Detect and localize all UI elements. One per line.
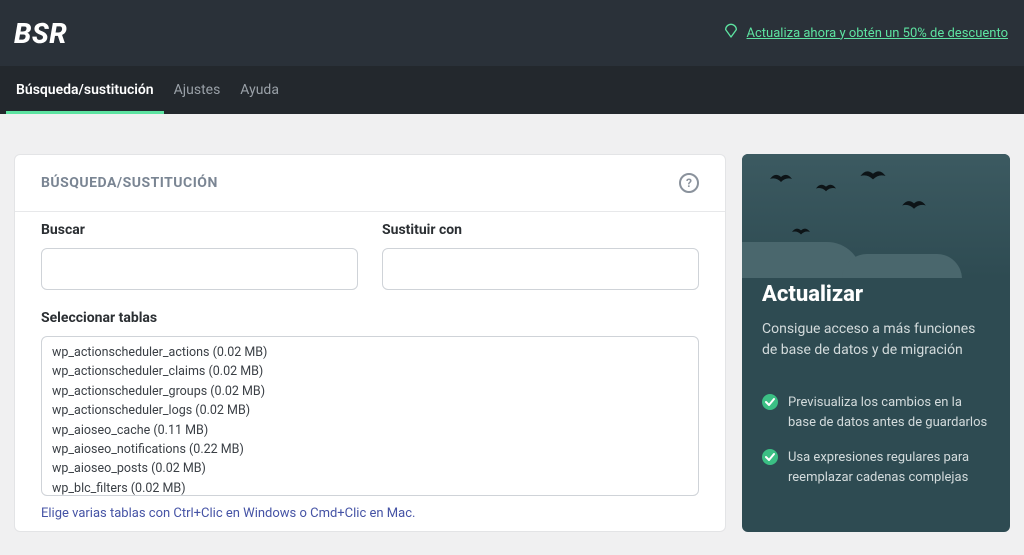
feature-text: Previsualiza los cambios en la base de d… bbox=[788, 393, 990, 432]
check-icon bbox=[762, 394, 778, 410]
topbar: BSR Actualiza ahora y obtén un 50% de de… bbox=[0, 0, 1024, 66]
check-icon bbox=[762, 449, 778, 465]
bird-icon bbox=[792, 226, 810, 238]
search-label: Buscar bbox=[41, 222, 358, 238]
table-option[interactable]: wp_aioseo_posts (0.02 MB) bbox=[50, 459, 690, 478]
feature-item: Usa expresiones regulares para reemplaza… bbox=[762, 448, 990, 487]
search-replace-panel: BÚSQUEDA/SUSTITUCIÓN ? Buscar Sustituir … bbox=[14, 154, 726, 532]
replace-input[interactable] bbox=[382, 248, 699, 290]
bird-icon bbox=[860, 168, 886, 184]
table-option[interactable]: wp_aioseo_notifications (0.22 MB) bbox=[50, 440, 690, 459]
bird-icon bbox=[902, 198, 926, 213]
table-option[interactable]: wp_actionscheduler_groups (0.02 MB) bbox=[50, 382, 690, 401]
tables-hint: Elige varias tablas con Ctrl+Clic en Win… bbox=[41, 506, 699, 521]
tables-label: Seleccionar tablas bbox=[41, 310, 699, 326]
panel-title: BÚSQUEDA/SUSTITUCIÓN bbox=[41, 175, 218, 191]
tag-icon bbox=[723, 23, 739, 43]
nav-search-replace[interactable]: Búsqueda/sustitución bbox=[6, 66, 164, 114]
main-nav: Búsqueda/sustitución Ajustes Ayuda bbox=[0, 66, 1024, 114]
nav-help[interactable]: Ayuda bbox=[230, 66, 289, 114]
table-option[interactable]: wp_actionscheduler_claims (0.02 MB) bbox=[50, 362, 690, 381]
help-icon[interactable]: ? bbox=[679, 173, 699, 193]
logo: BSR bbox=[14, 17, 67, 50]
promo-link[interactable]: Actualiza ahora y obtén un 50% de descue… bbox=[747, 26, 1008, 41]
bird-icon bbox=[770, 172, 792, 186]
feature-text: Usa expresiones regulares para reemplaza… bbox=[788, 448, 990, 487]
table-option[interactable]: wp_blc_filters (0.02 MB) bbox=[50, 479, 690, 496]
replace-label: Sustituir con bbox=[382, 222, 699, 238]
feature-item: Previsualiza los cambios en la base de d… bbox=[762, 393, 990, 432]
table-option[interactable]: wp_actionscheduler_logs (0.02 MB) bbox=[50, 401, 690, 420]
promo-banner: Actualiza ahora y obtén un 50% de descue… bbox=[723, 23, 1008, 43]
tables-select[interactable]: wp_actionscheduler_actions (0.02 MB)wp_a… bbox=[41, 336, 699, 496]
upgrade-illustration bbox=[742, 154, 1010, 278]
panel-header: BÚSQUEDA/SUSTITUCIÓN ? bbox=[15, 155, 725, 212]
upgrade-description: Consigue acceso a más funciones de base … bbox=[762, 319, 990, 361]
table-option[interactable]: wp_actionscheduler_actions (0.02 MB) bbox=[50, 343, 690, 362]
upgrade-card: Actualizar Consigue acceso a más funcion… bbox=[742, 154, 1010, 532]
search-input[interactable] bbox=[41, 248, 358, 290]
nav-settings[interactable]: Ajustes bbox=[164, 66, 231, 114]
table-option[interactable]: wp_aioseo_cache (0.11 MB) bbox=[50, 421, 690, 440]
bird-icon bbox=[816, 182, 836, 195]
upgrade-title: Actualizar bbox=[762, 282, 990, 307]
